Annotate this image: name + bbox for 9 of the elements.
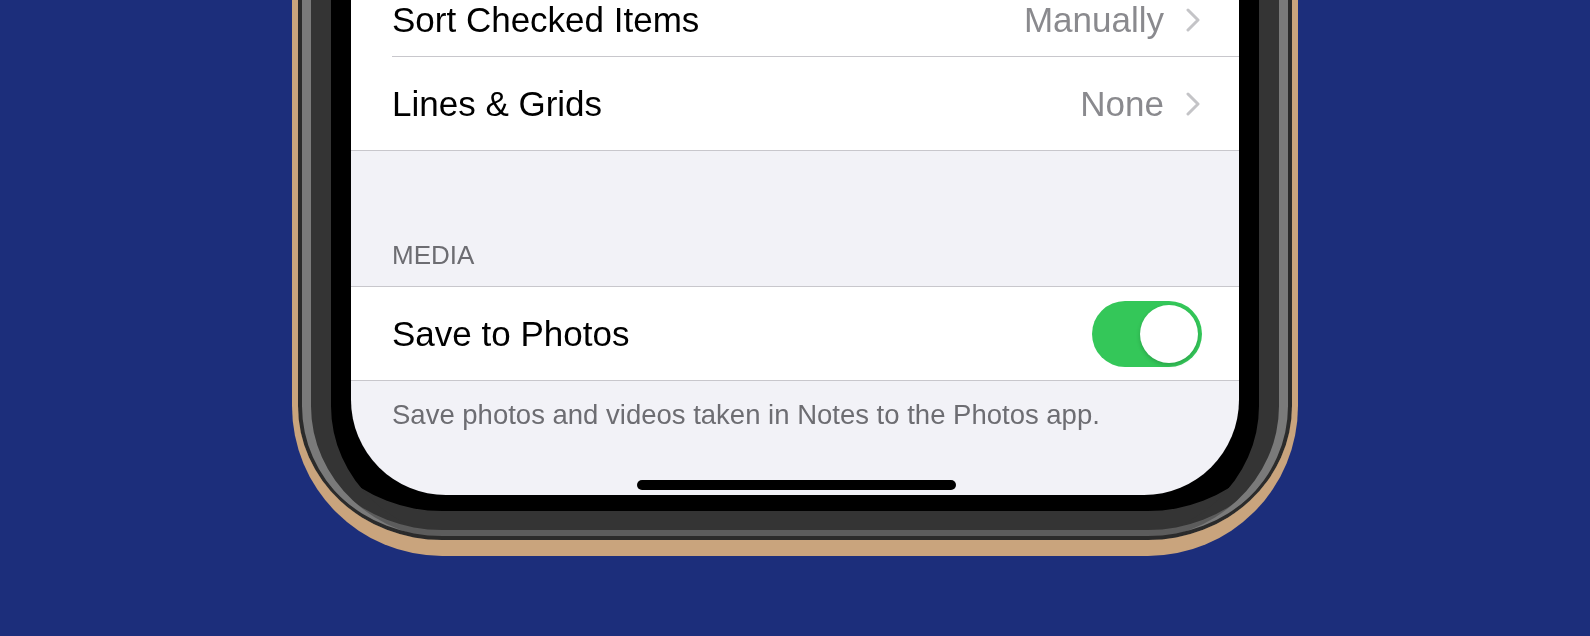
- section-footer: Save photos and videos taken in Notes to the Photos app.: [351, 381, 1239, 432]
- section-header: MEDIA: [391, 239, 476, 272]
- chevron-icon: [1186, 8, 1200, 32]
- chevron-icon: [1186, 91, 1200, 116]
- row-label: Save to Photos: [392, 313, 630, 354]
- row-value: Manually: [1023, 0, 1164, 40]
- row-label: Lines & Grids: [392, 83, 603, 124]
- row-label: Sort Checked Items: [392, 0, 700, 40]
- row-value: None: [1080, 83, 1164, 124]
